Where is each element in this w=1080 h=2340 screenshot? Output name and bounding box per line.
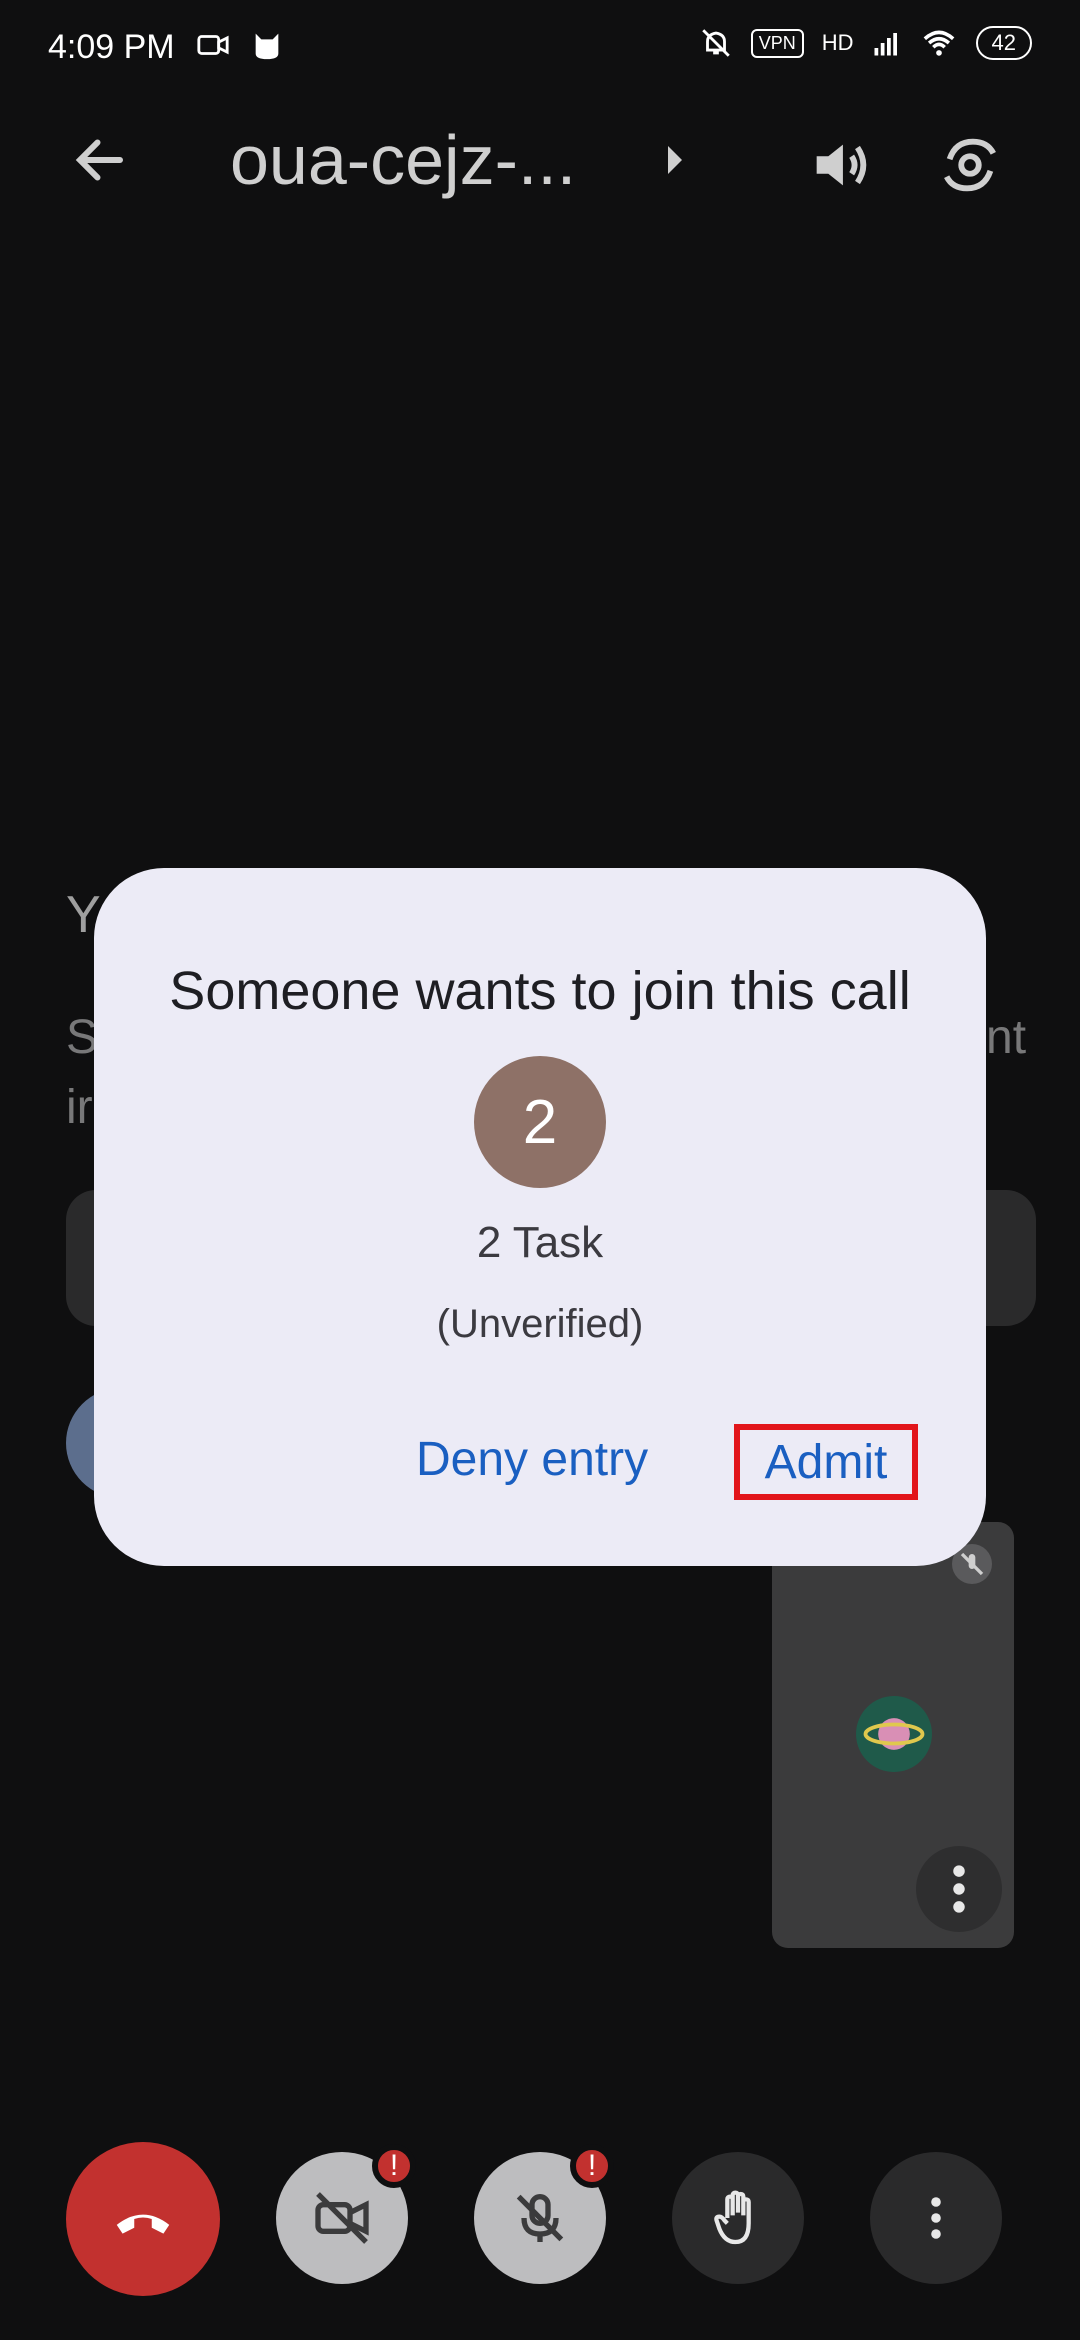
mic-off-icon — [516, 2194, 564, 2242]
speaker-icon[interactable] — [805, 130, 875, 200]
back-arrow-icon[interactable] — [70, 130, 130, 190]
more-options-button[interactable] — [870, 2152, 1002, 2284]
camera-off-icon — [315, 2192, 369, 2244]
status-bar: 4:09 PM VPN HD 42 — [0, 0, 1080, 100]
video-call-icon — [197, 35, 229, 55]
wifi-icon — [923, 30, 954, 56]
self-view-more-button[interactable] — [916, 1846, 1002, 1932]
network-type: HD — [821, 30, 854, 55]
join-request-dialog: Someone wants to join this call 2 2 Task… — [94, 868, 986, 1566]
status-right-icons: VPN HD 42 — [699, 26, 1032, 60]
background-text-line1-end: nt — [986, 1011, 1027, 1064]
hand-icon — [714, 2190, 751, 2245]
camera-alert-badge: ! — [372, 2144, 416, 2188]
muted-bell-icon — [701, 29, 730, 57]
signal-icon — [874, 33, 897, 56]
camera-toggle-button[interactable]: ! — [276, 2144, 416, 2284]
self-avatar — [856, 1696, 932, 1772]
mic-toggle-button[interactable]: ! — [474, 2144, 614, 2284]
battery-level: 42 — [975, 26, 1032, 60]
more-vert-icon — [931, 2197, 941, 2239]
switch-camera-icon[interactable] — [935, 130, 1005, 200]
dialog-title: Someone wants to join this call — [169, 961, 911, 1021]
more-vert-icon — [953, 1865, 965, 1913]
vpn-icon: VPN — [750, 28, 804, 58]
requester-name: 2 Task — [476, 1218, 604, 1267]
mic-alert-badge: ! — [570, 2144, 614, 2188]
hang-up-button[interactable] — [66, 2142, 220, 2296]
chevron-right-icon[interactable] — [668, 146, 682, 174]
requester-avatar: 2 — [474, 1056, 606, 1188]
status-time: 4:09 PM — [48, 28, 175, 66]
self-view-tile[interactable] — [772, 1522, 1014, 1948]
background-text-line2: ir — [66, 1081, 93, 1134]
top-app-bar: oua-cejz-... — [0, 110, 1080, 220]
meeting-code-title[interactable]: oua-cejz-... — [230, 120, 576, 200]
requester-status: (Unverified) — [436, 1302, 644, 1346]
cat-icon — [255, 33, 279, 60]
phone-hangup-icon — [116, 2214, 170, 2234]
deny-entry-button[interactable]: Deny entry — [416, 1432, 648, 1487]
admit-button[interactable]: Admit — [734, 1424, 918, 1500]
status-left-icons — [196, 28, 284, 62]
raise-hand-button[interactable] — [672, 2152, 804, 2284]
